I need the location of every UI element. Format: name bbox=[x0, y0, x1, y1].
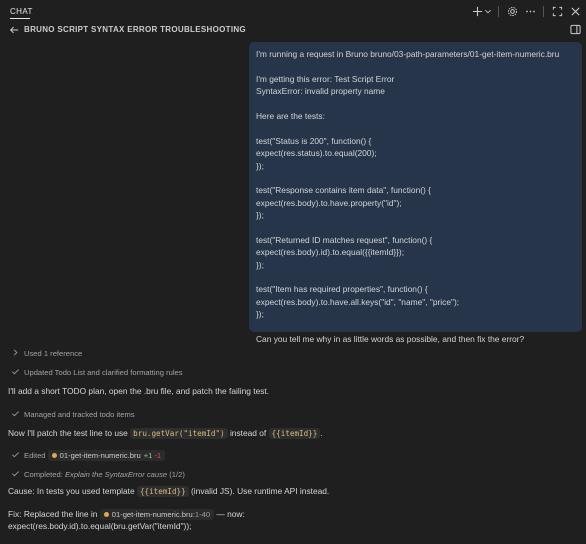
patch-middle: instead of bbox=[229, 428, 267, 438]
patch-suffix: . bbox=[320, 428, 323, 438]
check-icon bbox=[12, 452, 19, 458]
message-line: test("Item has required properties", fun… bbox=[256, 284, 428, 295]
maximize-icon[interactable] bbox=[550, 4, 564, 18]
cause-text: Cause: In tests you used template {{item… bbox=[8, 486, 330, 497]
file-chip-name: 01-get-item-numeric.bru bbox=[59, 451, 141, 460]
check-icon bbox=[12, 369, 19, 375]
message-line: }); bbox=[256, 210, 264, 221]
references-label: Used 1 reference bbox=[24, 349, 83, 358]
bru-file-icon bbox=[51, 453, 57, 458]
user-message: I'm running a request in Bruno bruno/03-… bbox=[249, 42, 582, 344]
message-line: Can you tell me why in as little words a… bbox=[256, 333, 525, 344]
patch-prefix: Now I'll patch the test line to use bbox=[8, 428, 128, 438]
cause-prefix: Cause: In tests you used template bbox=[8, 486, 135, 496]
patch-text: Now I'll patch the test line to use bru.… bbox=[8, 428, 323, 439]
message-line: }); bbox=[256, 309, 264, 320]
lines-added: +1 bbox=[143, 451, 153, 460]
file-link-name: 01-get-item-numeric.bru bbox=[111, 510, 193, 519]
managed-todos-row[interactable]: Managed and tracked todo items bbox=[8, 409, 135, 419]
fix-code-line: expect(res.body.id).to.equal(bru.getVar(… bbox=[8, 521, 192, 531]
plus-icon[interactable] bbox=[470, 4, 484, 18]
tab-chat[interactable]: CHAT bbox=[10, 7, 33, 16]
completed-label: Completed: bbox=[24, 470, 63, 479]
close-icon[interactable] bbox=[568, 4, 582, 18]
chevron-down-icon[interactable] bbox=[484, 4, 492, 18]
message-line: }); bbox=[256, 259, 264, 270]
arrow-left-icon[interactable] bbox=[9, 25, 19, 35]
todo-updated-row[interactable]: Updated Todo List and clarified formatti… bbox=[8, 367, 183, 377]
panel-header: CHAT bbox=[0, 0, 586, 22]
file-link-range: :1-40 bbox=[192, 510, 211, 519]
inline-code: {{itemId}} bbox=[268, 428, 321, 439]
completed-task: Explain the SyntaxError cause bbox=[64, 470, 168, 479]
gear-icon[interactable] bbox=[505, 4, 519, 18]
bru-file-icon bbox=[103, 512, 109, 517]
fix-prefix: Fix: Replaced the line in bbox=[8, 509, 98, 519]
completed-row[interactable]: Completed: Explain the SyntaxError cause… bbox=[8, 469, 185, 479]
fix-suffix: — now: bbox=[216, 509, 245, 519]
message-line: expect(res.body).to.have.all.keys("id", … bbox=[256, 296, 460, 307]
panel-layout-icon[interactable] bbox=[570, 24, 581, 35]
message-line: expect(res.body).to.have.property("id"); bbox=[256, 197, 402, 208]
message-line: }); bbox=[256, 160, 264, 171]
lines-removed: -1 bbox=[154, 451, 162, 460]
message-line: test("Returned ID matches request", func… bbox=[256, 234, 433, 245]
chevron-right-icon bbox=[13, 349, 18, 356]
references-row[interactable]: Used 1 reference bbox=[8, 348, 82, 358]
inline-code: bru.getVar("itemId") bbox=[130, 428, 228, 439]
message-line: I'm running a request in Bruno bruno/03-… bbox=[256, 49, 560, 59]
todo-updated-label: Updated Todo List and clarified formatti… bbox=[24, 368, 183, 377]
file-chip[interactable]: 01-get-item-numeric.bru +1 -1 bbox=[47, 450, 166, 461]
inline-code: {{itemId}} bbox=[136, 486, 189, 497]
cause-suffix: (invalid JS). Use runtime API instead. bbox=[191, 486, 330, 496]
plan-text: I'll add a short TODO plan, open the .br… bbox=[8, 386, 270, 396]
message-line: Here are the tests: bbox=[256, 110, 325, 121]
session-title: BRUNO SCRIPT SYNTAX ERROR TROUBLESHOOTIN… bbox=[24, 25, 246, 34]
check-icon bbox=[12, 471, 19, 477]
message-line: test("Response contains item data", func… bbox=[256, 185, 431, 196]
message-line: expect(res.body).id).to.equal({{itemId}}… bbox=[256, 247, 405, 258]
completed-count: (1/2) bbox=[169, 470, 185, 479]
edited-row: Edited 01-get-item-numeric.bru +1 -1 bbox=[8, 450, 166, 461]
message-line: I'm getting this error: Test Script Erro… bbox=[256, 73, 395, 84]
file-link-chip[interactable]: 01-get-item-numeric.bru:1-40 bbox=[99, 509, 215, 520]
edited-label: Edited bbox=[24, 451, 46, 460]
message-line: expect(res.status).to.equal(200); bbox=[256, 148, 377, 159]
toolbar-separator bbox=[498, 5, 499, 17]
fix-text: Fix: Replaced the line in 01-get-item-nu… bbox=[8, 509, 245, 520]
check-icon bbox=[12, 411, 19, 417]
toolbar-separator bbox=[543, 5, 544, 17]
panel-toolbar bbox=[470, 4, 582, 18]
message-line: test("Status is 200", function() { bbox=[256, 135, 372, 146]
tab-active-indicator bbox=[10, 18, 30, 19]
more-icon[interactable] bbox=[523, 4, 537, 18]
managed-todos-label: Managed and tracked todo items bbox=[24, 410, 135, 419]
session-header: BRUNO SCRIPT SYNTAX ERROR TROUBLESHOOTIN… bbox=[0, 22, 586, 38]
message-line: SyntaxError: invalid property name bbox=[256, 86, 385, 97]
